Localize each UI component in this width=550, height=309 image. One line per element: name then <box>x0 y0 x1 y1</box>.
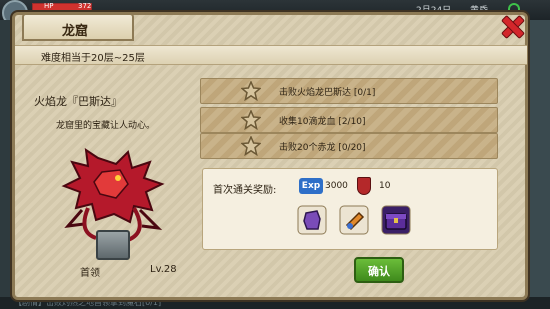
confirm-button-label: 确认 <box>368 265 390 278</box>
objective-text: 击败火焰龙巴斯达 [0/1] <box>279 88 376 98</box>
first-clear-reward-box: 首次通关奖励: Exp 3000 10 <box>202 168 498 250</box>
boss-pedestal <box>96 230 130 260</box>
hp-label: HP <box>44 2 54 10</box>
boss-level: Lv.28 <box>150 264 177 275</box>
objective-text: 击败20个赤龙 [0/20] <box>279 143 366 153</box>
difficulty-text: 难度相当于20层~25层 <box>41 53 145 64</box>
dialog-title: 龙窟 <box>62 24 89 39</box>
dialog-title-tab: 龙窟 <box>22 13 134 41</box>
objective-text: 收集10滴龙血 [2/10] <box>279 117 366 127</box>
difficulty-bar: 难度相当于20层~25层 <box>15 45 527 65</box>
boss-name: 火焰龙『巴斯达』 <box>34 95 122 108</box>
confirm-button[interactable]: 确认 <box>354 257 404 283</box>
boss-description: 龙窟里的宝藏让人动心。 <box>56 121 156 131</box>
star-icon <box>241 110 261 130</box>
star-icon <box>241 81 261 101</box>
boss-rank: 首领 <box>80 268 100 279</box>
exp-icon: Exp <box>299 178 323 194</box>
objective-item: 击败火焰龙巴斯达 [0/1] <box>200 78 498 104</box>
close-button[interactable] <box>500 14 524 38</box>
reputation-value: 10 <box>379 181 391 191</box>
hp-value: 372 <box>78 2 92 10</box>
purple-gauntlet-icon[interactable] <box>297 205 327 235</box>
objective-item: 收集10滴龙血 [2/10] <box>200 107 498 133</box>
reward-title: 首次通关奖励: <box>213 185 277 196</box>
exp-value: 3000 <box>325 181 348 191</box>
orange-scroll-icon[interactable] <box>339 205 369 235</box>
reputation-icon <box>357 177 371 195</box>
purple-chest-icon[interactable] <box>381 205 411 235</box>
objective-item: 击败20个赤龙 [0/20] <box>200 133 498 159</box>
star-icon <box>241 136 261 156</box>
